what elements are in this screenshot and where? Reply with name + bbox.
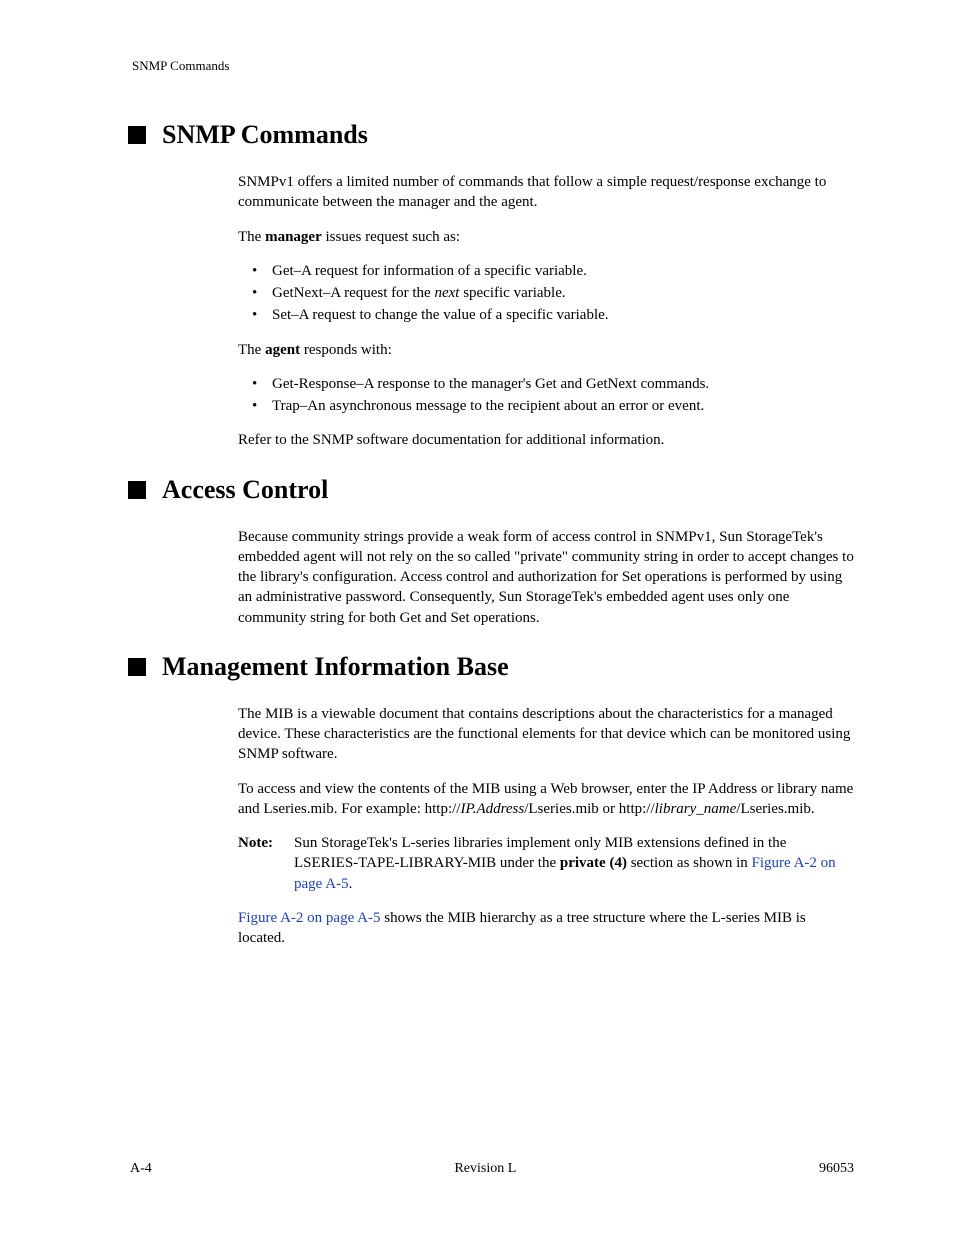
- paragraph: Figure A-2 on page A-5 shows the MIB hie…: [238, 908, 854, 949]
- paragraph: SNMPv1 offers a limited number of comman…: [238, 172, 854, 213]
- list-item: Get–A request for information of a speci…: [238, 261, 854, 281]
- list-item: GetNext–A request for the next specific …: [238, 283, 854, 303]
- paragraph: The agent responds with:: [238, 340, 854, 360]
- paragraph: Refer to the SNMP software documentation…: [238, 430, 854, 450]
- manager-list: Get–A request for information of a speci…: [238, 261, 854, 326]
- page-number: A-4: [130, 1161, 152, 1177]
- section-mib: Management Information Base The MIB is a…: [130, 652, 854, 949]
- section-access: Access Control Because community strings…: [130, 475, 854, 628]
- note-body: Sun StorageTek's L-series libraries impl…: [294, 833, 854, 894]
- revision-label: Revision L: [454, 1161, 516, 1177]
- list-item: Trap–An asynchronous message to the reci…: [238, 396, 854, 416]
- bullet-square-icon: [128, 126, 146, 144]
- section-heading-access: Access Control: [128, 475, 854, 505]
- paragraph: Because community strings provide a weak…: [238, 527, 854, 628]
- bullet-square-icon: [128, 658, 146, 676]
- agent-list: Get-Response–A response to the manager's…: [238, 374, 854, 417]
- running-header: SNMP Commands: [132, 58, 854, 74]
- section-title-text: Management Information Base: [162, 652, 509, 682]
- paragraph: The manager issues request such as:: [238, 227, 854, 247]
- bullet-square-icon: [128, 481, 146, 499]
- list-item: Get-Response–A response to the manager's…: [238, 374, 854, 394]
- section-heading-snmp: SNMP Commands: [128, 120, 854, 150]
- figure-link[interactable]: Figure A-2 on page A-5: [238, 910, 380, 926]
- section-snmp: SNMP Commands SNMPv1 offers a limited nu…: [130, 120, 854, 451]
- list-item: Set–A request to change the value of a s…: [238, 305, 854, 325]
- section-heading-mib: Management Information Base: [128, 652, 854, 682]
- note-block: Note: Sun StorageTek's L-series librarie…: [238, 833, 854, 894]
- page-footer: A-4 Revision L 96053: [0, 1161, 954, 1177]
- paragraph: To access and view the contents of the M…: [238, 779, 854, 820]
- note-label: Note:: [238, 833, 294, 894]
- doc-number: 96053: [819, 1161, 854, 1177]
- paragraph: The MIB is a viewable document that cont…: [238, 704, 854, 765]
- section-title-text: Access Control: [162, 475, 328, 505]
- section-title-text: SNMP Commands: [162, 120, 368, 150]
